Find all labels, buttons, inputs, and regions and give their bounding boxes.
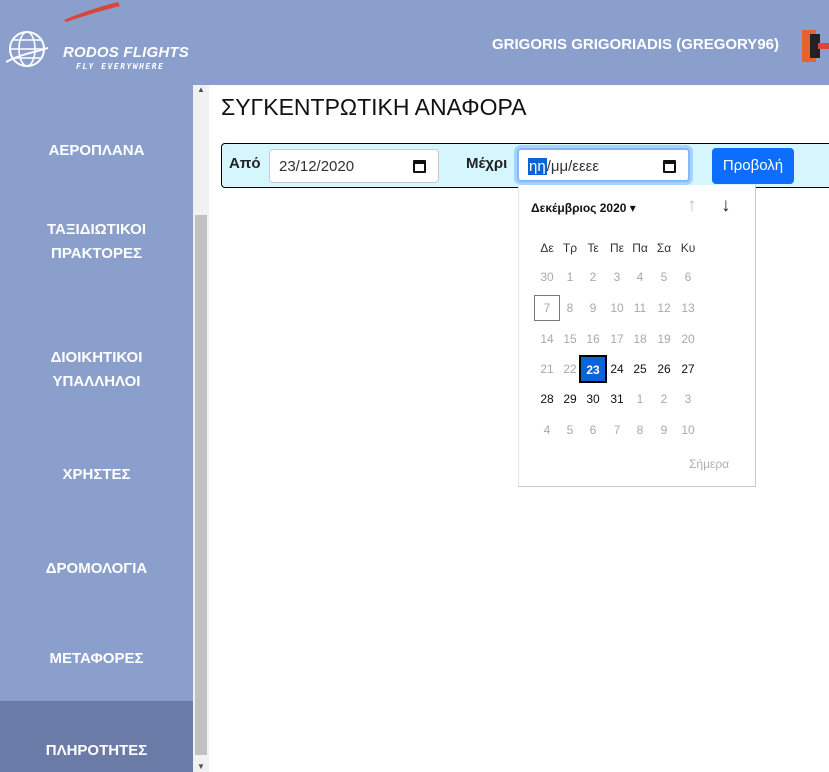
calendar-day[interactable]: 2 (582, 266, 604, 288)
from-date-input[interactable]: 23/12/2020 (269, 149, 439, 183)
calendar-day[interactable]: 12 (653, 297, 675, 319)
sidebar-item-label: ΤΑΞΙΔΙΩΤΙΚΟΙ (47, 221, 146, 238)
sidebar-item-occupancy[interactable]: ΠΛΗΡΟΤΗΤΕΣ (0, 701, 193, 772)
weekday-header: Τε (587, 241, 599, 255)
calendar-day[interactable]: 14 (536, 328, 558, 350)
calendar-day[interactable]: 9 (582, 297, 604, 319)
calendar-day[interactable]: 10 (606, 297, 628, 319)
calendar-day[interactable]: 8 (559, 297, 581, 319)
sidebar-item-routes[interactable]: ΔΡΟΜΟΛΟΓΙΑ (0, 557, 193, 581)
calendar-day[interactable]: 13 (677, 297, 699, 319)
calendar-day[interactable]: 5 (559, 419, 581, 441)
calendar-day[interactable]: 8 (629, 419, 651, 441)
sidebar-item-label: ΠΛΗΡΟΤΗΤΕΣ (45, 742, 148, 759)
calendar-day[interactable]: 27 (677, 358, 699, 380)
weekday-header: Σα (656, 241, 672, 255)
calendar-day[interactable]: 18 (629, 328, 651, 350)
calendar-day[interactable]: 7 (534, 295, 560, 321)
from-label: Από (229, 155, 261, 172)
calendar-day[interactable]: 31 (606, 388, 628, 410)
sidebar-item-airplanes[interactable]: ΑΕΡΟΠΛΑΝΑ (0, 139, 193, 163)
calendar-day[interactable]: 1 (629, 388, 651, 410)
page-title: ΣΥΓΚΕΝΤΡΩΤΙΚΗ ΑΝΑΦΟΡΑ (221, 94, 527, 120)
month-year-selector[interactable]: Δεκέμβριος 2020 ▾ (531, 201, 636, 215)
sidebar: ΑΕΡΟΠΛΑΝΑ ΤΑΞΙΔΙΩΤΙΚΟΙ ΠΡΑΚΤΟΡΕΣ ΔΙΟΙΚΗΤ… (0, 85, 193, 772)
calendar-day[interactable]: 5 (653, 266, 675, 288)
scroll-down-arrow-icon[interactable]: ▼ (196, 762, 206, 772)
to-date-input[interactable]: ηη/μμ/εεεε (517, 148, 690, 182)
to-date-placeholder: ηη/μμ/εεεε (528, 158, 599, 175)
sidebar-item-admin-staff[interactable]: ΔΙΟΙΚΗΤΙΚΟΙ ΥΠΑΛΛΗΛΟΙ (0, 346, 193, 394)
weekday-header: Τρ (562, 241, 578, 255)
from-date-value: 23/12/2020 (279, 158, 355, 175)
scroll-thumb[interactable] (195, 215, 207, 755)
sidebar-item-label: ΔΙΟΙΚΗΤΙΚΟΙ (50, 349, 143, 366)
calendar-day[interactable]: 2 (653, 388, 675, 410)
calendar-day[interactable]: 26 (653, 358, 675, 380)
calendar-day[interactable]: 22 (559, 358, 581, 380)
calendar-day[interactable]: 3 (606, 266, 628, 288)
calendar-day[interactable]: 6 (677, 266, 699, 288)
calendar-day[interactable]: 23 (579, 355, 607, 383)
day-segment[interactable]: ηη (528, 158, 547, 175)
calendar-icon[interactable] (663, 160, 676, 173)
calendar-day[interactable]: 24 (606, 358, 628, 380)
weekday-header: Πε (609, 241, 624, 255)
calendar-icon[interactable] (413, 160, 426, 173)
calendar-day[interactable]: 10 (677, 419, 699, 441)
calendar-day[interactable]: 17 (606, 328, 628, 350)
next-month-arrow-icon[interactable]: ↓ (721, 195, 731, 217)
previous-month-arrow-icon[interactable]: ↑ (687, 195, 697, 217)
calendar-day[interactable]: 30 (582, 388, 604, 410)
sidebar-item-label: ΔΡΟΜΟΛΟΓΙΑ (45, 560, 148, 577)
sidebar-item-travel-agents[interactable]: ΤΑΞΙΔΙΩΤΙΚΟΙ ΠΡΑΚΤΟΡΕΣ (0, 218, 193, 266)
calendar-day[interactable]: 7 (606, 419, 628, 441)
logout-icon[interactable] (802, 30, 829, 62)
sidebar-item-label: ΑΕΡΟΠΛΑΝΑ (48, 142, 145, 159)
user-name[interactable]: GRIGORIS GRIGORIADIS (GREGORY96) (492, 36, 779, 53)
date-picker-popup: Δεκέμβριος 2020 ▾ ↑ ↓ Σήμερα Δε Τρ Τε Πε Πα Σ… (518, 185, 756, 487)
calendar-day[interactable]: 19 (653, 328, 675, 350)
calendar-day[interactable]: 16 (582, 328, 604, 350)
calendar-day[interactable]: 20 (677, 328, 699, 350)
top-header: RODOS FLIGHTS FLY EVERYWHERE GRIGORIS GR… (0, 0, 829, 85)
calendar-day[interactable]: 4 (536, 419, 558, 441)
scroll-up-arrow-icon[interactable]: ▲ (196, 85, 206, 95)
brand-tagline: FLY EVERYWHERE (76, 62, 165, 71)
weekday-header: Πα (632, 241, 648, 255)
sidebar-scrollbar[interactable]: ▲ ▼ (193, 85, 209, 772)
calendar-day[interactable]: 11 (629, 297, 651, 319)
to-label: Μέχρι (466, 155, 508, 172)
brand-name: RODOS FLIGHTS (63, 44, 189, 61)
calendar-day[interactable]: 29 (559, 388, 581, 410)
calendar-day[interactable]: 28 (536, 388, 558, 410)
calendar-day[interactable]: 6 (582, 419, 604, 441)
calendar-day[interactable]: 25 (629, 358, 651, 380)
calendar-day[interactable]: 4 (629, 266, 651, 288)
sidebar-item-label: ΠΡΑΚΤΟΡΕΣ (51, 245, 142, 262)
brand-logo[interactable]: RODOS FLIGHTS FLY EVERYWHERE (6, 0, 196, 85)
calendar-day[interactable]: 15 (559, 328, 581, 350)
view-button[interactable]: Προβολή (712, 148, 794, 184)
calendar-day[interactable]: 9 (653, 419, 675, 441)
airplane-icon (64, 2, 120, 22)
sidebar-item-label: ΥΠΑΛΛΗΛΟΙ (52, 373, 141, 390)
calendar-day[interactable]: 1 (559, 266, 581, 288)
sidebar-item-users[interactable]: ΧΡΗΣΤΕΣ (0, 463, 193, 487)
weekday-header: Δε (540, 241, 554, 255)
month-year-segments[interactable]: /μμ/εεεε (547, 158, 599, 175)
globe-icon (6, 31, 48, 67)
calendar-day[interactable]: 30 (536, 266, 558, 288)
sidebar-item-label: ΧΡΗΣΤΕΣ (62, 466, 131, 483)
weekday-header: Κυ (680, 241, 696, 255)
sidebar-item-transfers[interactable]: ΜΕΤΑΦΟΡΕΣ (0, 647, 193, 671)
sidebar-item-label: ΜΕΤΑΦΟΡΕΣ (49, 650, 144, 667)
calendar-day[interactable]: 21 (536, 358, 558, 380)
today-button[interactable]: Σήμερα (689, 457, 729, 471)
calendar-day[interactable]: 3 (677, 388, 699, 410)
